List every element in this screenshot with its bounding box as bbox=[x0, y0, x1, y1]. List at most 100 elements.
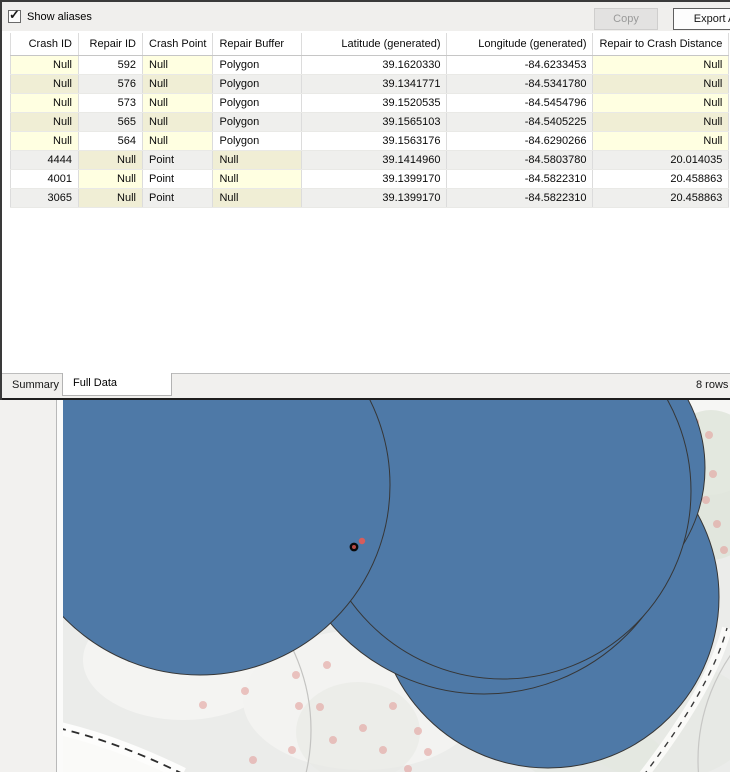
cell[interactable]: -84.6290266 bbox=[446, 131, 594, 151]
cell[interactable]: 564 bbox=[78, 131, 143, 151]
cell[interactable]: -84.5822310 bbox=[446, 188, 594, 208]
cell[interactable]: -84.5341780 bbox=[446, 74, 594, 94]
cell[interactable]: 20.458863 bbox=[592, 188, 730, 208]
cell[interactable]: 39.1341771 bbox=[301, 74, 448, 94]
cell[interactable]: 39.1565103 bbox=[301, 112, 448, 132]
cell[interactable]: 4001 bbox=[10, 169, 79, 189]
table-row[interactable]: 4444 Null Point Null 39.1414960 -84.5803… bbox=[10, 150, 730, 170]
cell[interactable]: Null bbox=[78, 188, 143, 208]
crash-point-mark[interactable] bbox=[349, 542, 359, 552]
column-header-distance[interactable]: Repair to Crash Distance bbox=[592, 33, 730, 56]
table-row[interactable]: Null 564 Null Polygon 39.1563176 -84.629… bbox=[10, 131, 730, 151]
poi-dot bbox=[288, 746, 296, 754]
poi-dot bbox=[705, 431, 713, 439]
poi-dot bbox=[424, 748, 432, 756]
cell[interactable]: Null bbox=[212, 188, 303, 208]
view-data-toolbar: Show aliases Copy Export All bbox=[2, 2, 730, 31]
poi-dot bbox=[359, 724, 367, 732]
column-header-crash-point[interactable]: Crash Point bbox=[142, 33, 214, 56]
table-row[interactable]: Null 592 Null Polygon 39.1620330 -84.623… bbox=[10, 55, 730, 75]
cell[interactable]: Null bbox=[10, 112, 79, 132]
column-header-latitude[interactable]: Latitude (generated) bbox=[301, 33, 448, 56]
left-panel bbox=[0, 400, 57, 772]
cell[interactable]: Null bbox=[592, 55, 730, 75]
cell[interactable]: Null bbox=[78, 169, 143, 189]
cell[interactable]: 39.1563176 bbox=[301, 131, 448, 151]
cell[interactable]: 39.1399170 bbox=[301, 169, 448, 189]
cell[interactable]: Null bbox=[142, 74, 214, 94]
column-header-repair-buffer[interactable]: Repair Buffer bbox=[212, 33, 303, 56]
cell[interactable]: Null bbox=[10, 74, 79, 94]
cell[interactable]: -84.5803780 bbox=[446, 150, 594, 170]
cell[interactable]: 39.1414960 bbox=[301, 150, 448, 170]
cell[interactable]: Point bbox=[142, 150, 214, 170]
cell[interactable]: Polygon bbox=[212, 55, 303, 75]
show-aliases-label: Show aliases bbox=[27, 11, 92, 23]
table-row[interactable]: Null 565 Null Polygon 39.1565103 -84.540… bbox=[10, 112, 730, 132]
cell[interactable]: Point bbox=[142, 169, 214, 189]
tab-summary[interactable]: Summary bbox=[12, 379, 59, 391]
cell[interactable]: -84.6233453 bbox=[446, 55, 594, 75]
cell[interactable]: -84.5405225 bbox=[446, 112, 594, 132]
cell[interactable]: 576 bbox=[78, 74, 143, 94]
cell[interactable]: 39.1620330 bbox=[301, 55, 448, 75]
poi-dot bbox=[323, 661, 331, 669]
poi-dot bbox=[379, 746, 387, 754]
table-row[interactable]: 4001 Null Point Null 39.1399170 -84.5822… bbox=[10, 169, 730, 189]
cell[interactable]: -84.5822310 bbox=[446, 169, 594, 189]
map-view[interactable] bbox=[63, 400, 730, 772]
cell[interactable]: 565 bbox=[78, 112, 143, 132]
cell[interactable]: Null bbox=[212, 150, 303, 170]
poi-dot bbox=[316, 703, 324, 711]
table-row[interactable]: Null 573 Null Polygon 39.1520535 -84.545… bbox=[10, 93, 730, 113]
poi-dot bbox=[389, 702, 397, 710]
cell[interactable]: Polygon bbox=[212, 131, 303, 151]
cell[interactable]: Polygon bbox=[212, 93, 303, 113]
cell[interactable]: Null bbox=[10, 55, 79, 75]
table-body: Null 592 Null Polygon 39.1620330 -84.623… bbox=[10, 55, 730, 208]
cell[interactable]: 20.014035 bbox=[592, 150, 730, 170]
tab-full-data[interactable]: Full Data bbox=[62, 373, 172, 396]
cell[interactable]: Null bbox=[592, 74, 730, 94]
cell[interactable]: 3065 bbox=[10, 188, 79, 208]
poi-dot bbox=[414, 727, 422, 735]
view-data-tabbar: Summary Full Data 8 rows bbox=[2, 373, 730, 400]
poi-dot bbox=[713, 520, 721, 528]
cell[interactable]: 573 bbox=[78, 93, 143, 113]
map-canvas[interactable] bbox=[63, 400, 730, 772]
cell[interactable]: 39.1520535 bbox=[301, 93, 448, 113]
row-count-label: 8 rows bbox=[696, 379, 729, 391]
cell[interactable]: 20.458863 bbox=[592, 169, 730, 189]
cell[interactable]: Null bbox=[212, 169, 303, 189]
cell[interactable]: 592 bbox=[78, 55, 143, 75]
cell[interactable]: Null bbox=[142, 93, 214, 113]
header-row: Crash ID Repair ID Crash Point Repair Bu… bbox=[10, 33, 730, 56]
copy-button: Copy bbox=[594, 8, 658, 30]
column-header-repair-id[interactable]: Repair ID bbox=[78, 33, 143, 56]
cell[interactable]: Null bbox=[142, 131, 214, 151]
cell[interactable]: -84.5454796 bbox=[446, 93, 594, 113]
worksheet-area bbox=[0, 400, 730, 772]
cell[interactable]: 4444 bbox=[10, 150, 79, 170]
cell[interactable]: Null bbox=[142, 55, 214, 75]
cell[interactable]: Null bbox=[10, 93, 79, 113]
table-row[interactable]: 3065 Null Point Null 39.1399170 -84.5822… bbox=[10, 188, 730, 208]
cell[interactable]: Null bbox=[592, 93, 730, 113]
export-all-button[interactable]: Export All bbox=[673, 8, 730, 30]
cell[interactable]: Null bbox=[592, 131, 730, 151]
repair-point-mark[interactable] bbox=[358, 537, 366, 545]
cell[interactable]: Null bbox=[142, 112, 214, 132]
poi-dot bbox=[720, 546, 728, 554]
cell[interactable]: Null bbox=[10, 131, 79, 151]
cell[interactable]: Polygon bbox=[212, 112, 303, 132]
show-aliases-checkbox[interactable] bbox=[8, 7, 21, 23]
cell[interactable]: Null bbox=[78, 150, 143, 170]
cell[interactable]: Point bbox=[142, 188, 214, 208]
poi-dot bbox=[329, 736, 337, 744]
table-row[interactable]: Null 576 Null Polygon 39.1341771 -84.534… bbox=[10, 74, 730, 94]
column-header-crash-id[interactable]: Crash ID bbox=[10, 33, 79, 56]
cell[interactable]: Polygon bbox=[212, 74, 303, 94]
cell[interactable]: 39.1399170 bbox=[301, 188, 448, 208]
column-header-longitude[interactable]: Longitude (generated) bbox=[446, 33, 594, 56]
cell[interactable]: Null bbox=[592, 112, 730, 132]
